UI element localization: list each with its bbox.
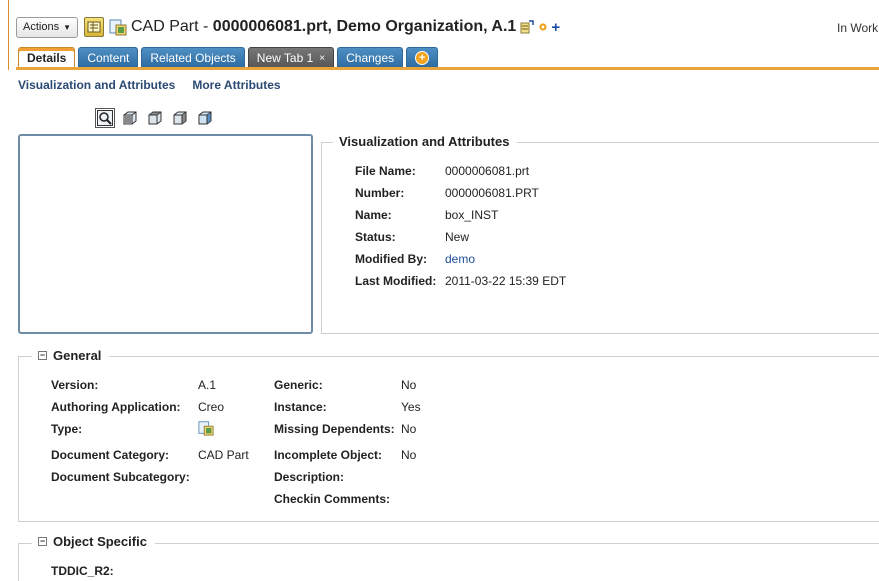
missing-dependents-label: Missing Dependents:: [274, 422, 395, 436]
subnav: Visualization and Attributes More Attrib…: [18, 78, 281, 92]
view-side-icon[interactable]: [172, 110, 188, 126]
type-label: Type:: [51, 422, 83, 436]
checkin-comments-label: Checkin Comments:: [274, 492, 391, 506]
header-left-edge: [8, 0, 9, 70]
subnav-more-attributes-link[interactable]: More Attributes: [192, 78, 280, 92]
checked-out-icon: [520, 20, 535, 34]
instance-value: Yes: [401, 400, 421, 414]
collapse-icon[interactable]: −: [38, 537, 47, 546]
status-label: In Work: [837, 21, 879, 35]
chevron-down-icon: ▼: [63, 22, 71, 32]
tab-changes[interactable]: Changes: [337, 47, 404, 68]
thumbnail-viewer[interactable]: [18, 134, 313, 334]
incomplete-object-label: Incomplete Object:: [274, 448, 383, 462]
status-label-attr: Status:: [355, 230, 396, 244]
close-tab-icon[interactable]: ×: [319, 53, 325, 64]
general-panel: [18, 356, 879, 522]
tddic-r2-label: TDDIC_R2:: [51, 564, 114, 578]
tab-underline: [16, 67, 879, 70]
number-value: 0000006081.PRT: [445, 186, 539, 200]
add-tab-icon: +: [415, 51, 430, 65]
page-title: CAD Part - 0000006081.prt, Demo Organiza…: [131, 18, 517, 35]
name-value: box_INST: [445, 208, 499, 222]
version-label: Version:: [51, 378, 99, 392]
instance-label: Instance:: [274, 400, 327, 414]
add-favorite-icon[interactable]: +: [551, 19, 560, 36]
object-specific-legend[interactable]: − Object Specific: [32, 534, 155, 549]
modified-by-label: Modified By:: [355, 252, 427, 266]
tab-content[interactable]: Content: [78, 47, 139, 68]
last-modified-label: Last Modified:: [355, 274, 437, 288]
tab-details[interactable]: Details: [18, 47, 76, 68]
view-top-icon[interactable]: [147, 110, 163, 126]
visualization-attributes-legend: Visualization and Attributes: [333, 134, 518, 149]
tab-new-tab-1[interactable]: New Tab 1 ×: [247, 47, 335, 68]
tab-bar: Details Content Related Objects New Tab …: [18, 47, 439, 68]
last-modified-value: 2011-03-22 15:39 EDT: [445, 274, 567, 288]
generic-value: No: [401, 378, 417, 392]
authoring-app-value: Creo: [198, 400, 225, 414]
description-label: Description:: [274, 470, 345, 484]
authoring-app-label: Authoring Application:: [51, 400, 181, 414]
add-tab-button[interactable]: +: [406, 47, 439, 68]
subnav-visualization-link[interactable]: Visualization and Attributes: [18, 78, 175, 92]
collapse-icon[interactable]: −: [38, 351, 47, 360]
file-name-label: File Name:: [355, 164, 416, 178]
cad-part-type-icon: [198, 421, 214, 436]
cad-part-icon: [109, 19, 127, 36]
incomplete-object-value: No: [401, 448, 417, 462]
actions-label: Actions: [23, 21, 60, 33]
name-label: Name:: [355, 208, 392, 222]
gear-icon[interactable]: [538, 22, 548, 32]
number-label: Number:: [355, 186, 405, 200]
view-front-icon[interactable]: [122, 110, 138, 126]
status-value: New: [445, 230, 470, 244]
document-subcategory-label: Document Subcategory:: [51, 470, 190, 484]
zoom-icon[interactable]: [95, 108, 115, 128]
page-header: Actions ▼ CAD Part - 0000006081.prt, Dem…: [0, 0, 879, 70]
document-category-value: CAD Part: [198, 448, 249, 462]
document-category-label: Document Category:: [51, 448, 170, 462]
file-name-value: 0000006081.prt: [445, 164, 530, 178]
missing-dependents-value: No: [401, 422, 417, 436]
view-iso-icon[interactable]: [197, 110, 213, 126]
viewer-toolbar: [95, 108, 213, 128]
tab-related-objects[interactable]: Related Objects: [141, 47, 245, 68]
version-value: A.1: [198, 378, 217, 392]
info-page-icon[interactable]: [84, 17, 104, 37]
modified-by-link[interactable]: demo: [445, 252, 475, 266]
general-legend[interactable]: − General: [32, 348, 110, 363]
generic-label: Generic:: [274, 378, 323, 392]
title-bar: Actions ▼ CAD Part - 0000006081.prt, Dem…: [16, 15, 560, 39]
actions-menu-button[interactable]: Actions ▼: [16, 16, 78, 38]
